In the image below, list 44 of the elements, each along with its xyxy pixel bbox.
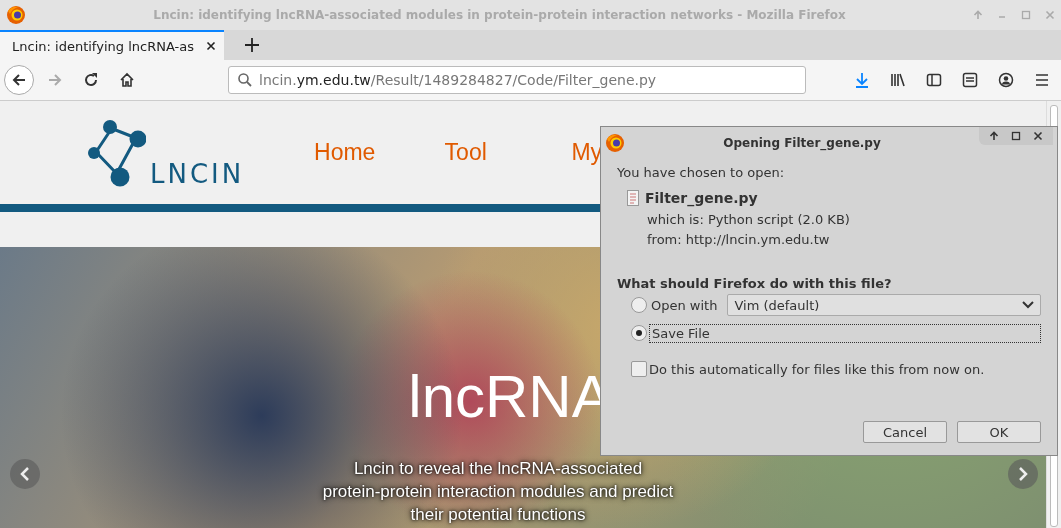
file-name: Filter_gene.py: [645, 190, 758, 206]
close-icon[interactable]: [1033, 131, 1043, 141]
back-arrow-icon: [11, 72, 27, 88]
reload-icon: [83, 72, 99, 88]
window-title: Lncin: identifying lncRNA-associated modules in protein-protein interaction networks - Mozilla Firefox: [152, 8, 847, 22]
network-logo-icon: [88, 118, 146, 187]
option-label[interactable]: Open with: [649, 296, 720, 314]
chevron-down-icon: [1022, 301, 1034, 309]
forward-arrow-icon: [47, 72, 63, 88]
up-arrow-icon[interactable]: [989, 131, 999, 141]
option-label[interactable]: Save File: [649, 323, 1041, 343]
file-type-label: which is:: [647, 212, 704, 227]
chevron-right-icon: [1018, 467, 1028, 481]
site-logo[interactable]: LNCIN: [88, 118, 245, 187]
dialog-button[interactable]: Cancel: [863, 421, 947, 443]
chevron-left-icon: [20, 467, 30, 481]
hero-subtitle-line: their potential functions: [410, 504, 586, 526]
address-bar[interactable]: lncin.ym.edu.tw/Result/1489284827/Code/Filter_gene.py: [228, 66, 806, 94]
radio-button[interactable]: [631, 325, 647, 341]
file-source-label: from:: [647, 232, 682, 247]
url-text: lncin.ym.edu.tw/Result/1489284827/Code/Filter_gene.py: [259, 72, 657, 88]
back-button[interactable]: [4, 65, 34, 95]
hero-subtitle-line: Lncin to reveal the lncRNA-associated: [353, 458, 643, 480]
checkbox-label[interactable]: Do this automatically for files like this from now on.: [649, 361, 985, 377]
dialog-button[interactable]: OK: [957, 421, 1041, 443]
home-icon: [119, 72, 135, 88]
text-file-icon: [627, 190, 639, 206]
file-type-value: Python script (2.0 KB): [707, 212, 850, 227]
next-slide-button[interactable]: [1008, 459, 1038, 489]
dialog-title: Opening Filter_gene.py: [722, 136, 882, 150]
firefox-logo-icon: [605, 133, 625, 153]
intro-text: You have chosen to open:: [617, 165, 786, 180]
checkbox[interactable]: [631, 361, 647, 377]
radio-button[interactable]: [631, 297, 647, 313]
question-heading: What should Firefox do with this file?: [617, 276, 893, 291]
search-icon: [237, 72, 253, 88]
maximize-icon[interactable]: [1011, 131, 1021, 141]
browser-tab[interactable]: Lncin: identifying lncRNA-as: [0, 30, 224, 60]
previous-slide-button[interactable]: [10, 459, 40, 489]
firefox-logo-icon: [6, 5, 26, 25]
close-tab-icon[interactable]: [206, 41, 216, 51]
file-source-value: http://lncin.ym.edu.tw: [685, 232, 830, 247]
application-dropdown[interactable]: Vim (default): [727, 294, 1041, 316]
hero-subtitle-line: protein-protein interaction modules and predict: [322, 481, 674, 503]
